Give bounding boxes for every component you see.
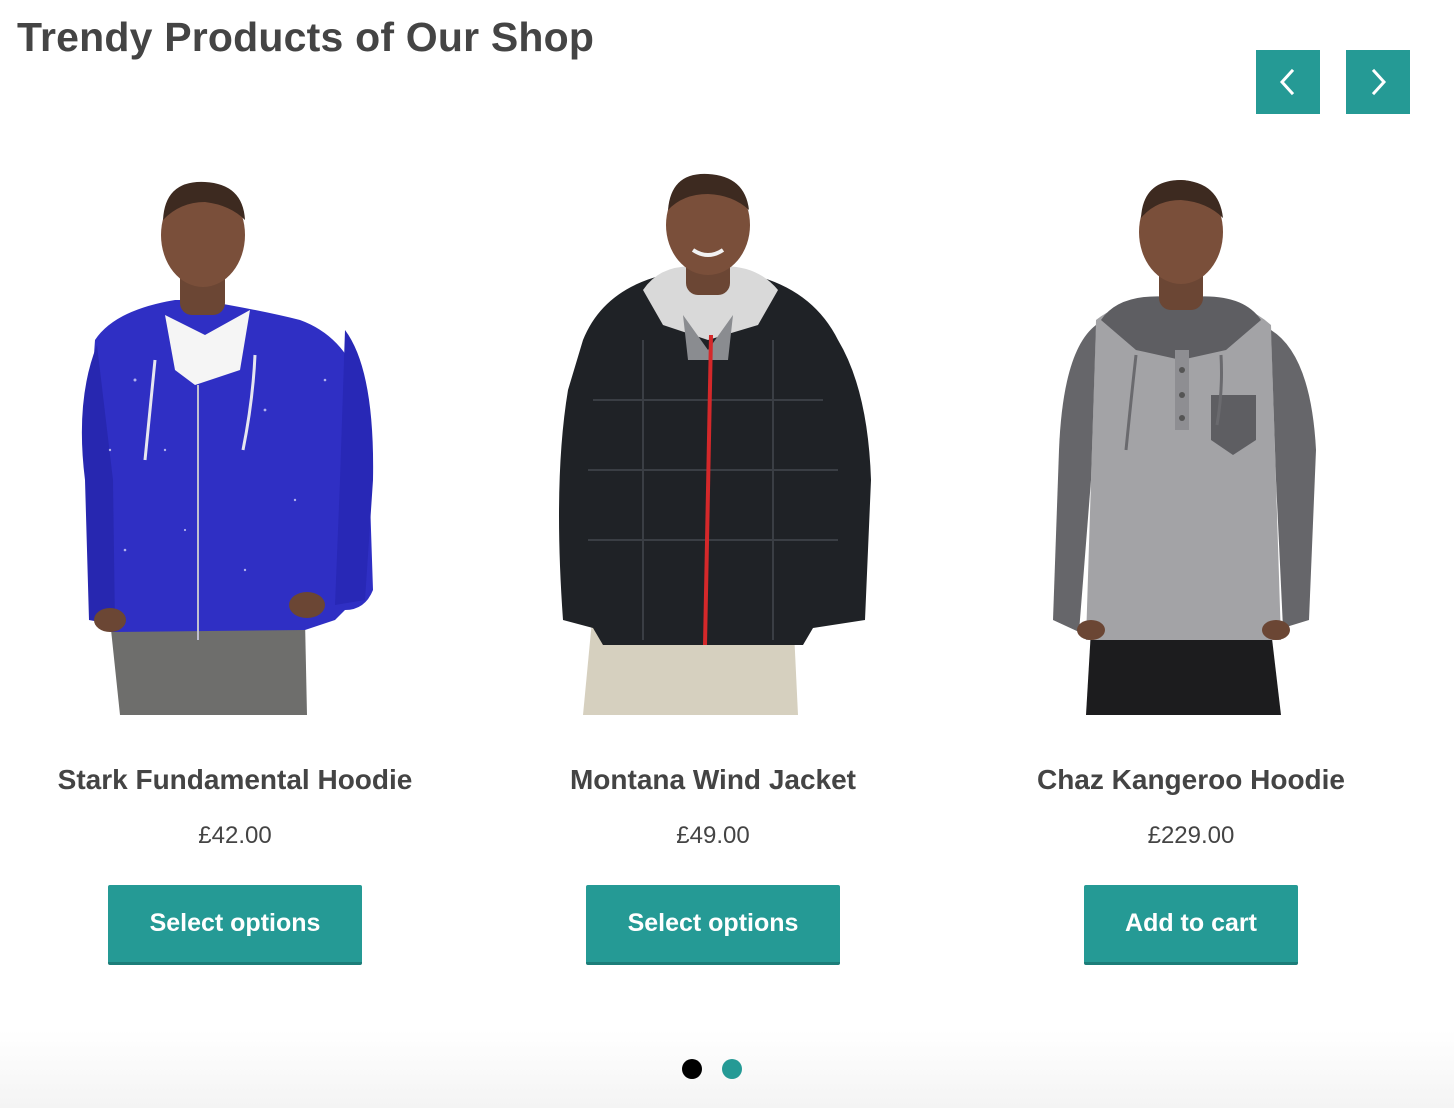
product-card: Montana Wind Jacket £49.00 Select option… (493, 150, 933, 965)
section-title: Trendy Products of Our Shop (17, 14, 595, 60)
chevron-left-icon (1279, 68, 1295, 96)
product-name[interactable]: Chaz Kangeroo Hoodie (971, 763, 1411, 797)
carousel-prev-button[interactable] (1256, 50, 1320, 114)
product-card: Chaz Kangeroo Hoodie £229.00 Add to cart (971, 150, 1411, 965)
product-image-link[interactable] (971, 150, 1411, 715)
trendy-products-section: Trendy Products of Our Shop Stark Fundam… (0, 0, 1454, 1108)
product-name[interactable]: Montana Wind Jacket (493, 763, 933, 797)
select-options-button[interactable]: Select options (108, 885, 362, 965)
add-to-cart-button[interactable]: Add to cart (1084, 885, 1298, 965)
product-image-link[interactable] (15, 150, 455, 715)
select-options-button[interactable]: Select options (586, 885, 840, 965)
man-in-grey-hoodie-image (1053, 180, 1316, 715)
product-price: £229.00 (1147, 822, 1235, 849)
carousel-next-button[interactable] (1346, 50, 1410, 114)
carousel-pagination (682, 1059, 742, 1079)
pagination-dot-1[interactable] (682, 1059, 702, 1079)
product-price: £49.00 (676, 822, 750, 849)
chevron-right-icon (1371, 68, 1387, 96)
product-price: £42.00 (198, 822, 272, 849)
product-image-link[interactable] (493, 150, 933, 715)
man-in-blue-hoodie-image (81, 181, 374, 715)
product-name[interactable]: Stark Fundamental Hoodie (15, 763, 455, 797)
pagination-dot-2[interactable] (722, 1059, 742, 1079)
man-in-black-jacket-image (559, 173, 871, 715)
product-card: Stark Fundamental Hoodie £42.00 Select o… (15, 150, 455, 965)
